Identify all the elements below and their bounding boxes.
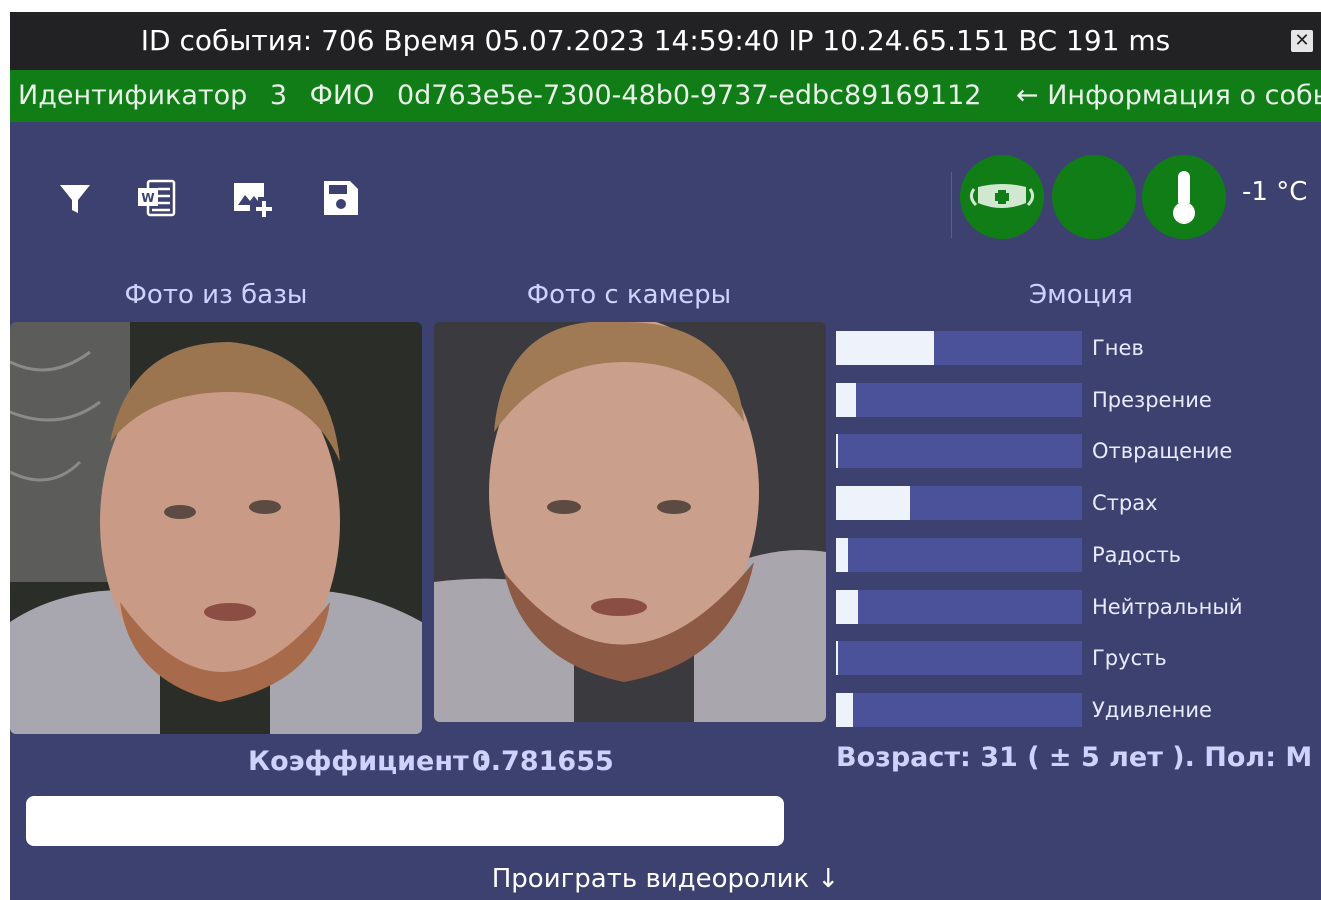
- person-info-bar: Идентификатор 3 ФИО 0d763e5e-7300-48b0-9…: [10, 70, 1321, 122]
- save-icon[interactable]: [318, 175, 364, 221]
- fio-label: ФИО: [309, 80, 375, 111]
- database-photo: [10, 322, 422, 734]
- emotion-bar-track: [836, 590, 1082, 624]
- emotion-row: Презрение: [836, 383, 1316, 417]
- event-title: ID события: 706 Время 05.07.2023 14:59:4…: [140, 24, 1171, 57]
- emotion-row: Страх: [836, 486, 1316, 520]
- emotion-bar-fill: [836, 641, 838, 675]
- emotion-bar-track: [836, 538, 1082, 572]
- word-document-icon[interactable]: W: [134, 175, 180, 221]
- toolbar-divider: [951, 172, 952, 238]
- camera-photo: [434, 322, 826, 722]
- age-gender-text: Возраст: 31 ( ± 5 лет ). Пол: М: [836, 742, 1313, 773]
- camera-photo-label: Фото с камеры: [526, 280, 732, 310]
- emotion-row: Радость: [836, 538, 1316, 572]
- emotion-bar-track: [836, 693, 1082, 727]
- emotion-row: Удивление: [836, 693, 1316, 727]
- thermometer-icon: [1142, 155, 1226, 239]
- coefficient-value: 0.781655: [472, 746, 614, 777]
- emotion-label: Грусть: [1092, 646, 1167, 670]
- title-bar: ID события: 706 Время 05.07.2023 14:59:4…: [10, 12, 1321, 70]
- emotion-bar-fill: [836, 383, 856, 417]
- emotion-row: Отвращение: [836, 434, 1316, 468]
- emotion-row: Грусть: [836, 641, 1316, 675]
- video-progress-bar[interactable]: [26, 796, 784, 846]
- temperature-value: -1 °C: [1242, 177, 1308, 207]
- emotion-label: Гнев: [1092, 336, 1144, 360]
- emotion-label: Отвращение: [1092, 439, 1233, 463]
- identifier-label: Идентификатор: [18, 80, 248, 111]
- emotion-label: Нейтральный: [1092, 595, 1243, 619]
- emotion-row: Нейтральный: [836, 590, 1316, 624]
- fio-value: 0d763e5e-7300-48b0-9737-edbc89169112: [396, 80, 982, 111]
- status-indicator: [1052, 155, 1136, 239]
- emotion-label: Презрение: [1092, 388, 1212, 412]
- emotion-bar-track: [836, 641, 1082, 675]
- emotion-bar-fill: [836, 486, 910, 520]
- emotion-bar-fill: [836, 331, 934, 365]
- emotion-title: Эмоция: [1029, 280, 1133, 310]
- identifier-value: 3: [269, 80, 288, 111]
- coefficient-label: Коэффициент :: [248, 746, 489, 777]
- emotion-bar-track: [836, 383, 1082, 417]
- emotion-bar-fill: [836, 434, 838, 468]
- emotion-bar-track: [836, 434, 1082, 468]
- emotion-bar-fill: [836, 538, 848, 572]
- close-button[interactable]: ✕: [1291, 30, 1313, 52]
- event-info-link[interactable]: ← Информация о событии: [1016, 70, 1321, 122]
- medical-mask-icon: [960, 155, 1044, 239]
- emotion-label: Страх: [1092, 491, 1158, 515]
- emotion-bar-track: [836, 331, 1082, 365]
- emotion-row: Гнев: [836, 331, 1316, 365]
- db-photo-label: Фото из базы: [124, 280, 308, 310]
- add-image-icon[interactable]: [228, 175, 274, 221]
- svg-text:W: W: [141, 191, 154, 205]
- filter-icon[interactable]: [52, 175, 98, 221]
- emotion-label: Радость: [1092, 543, 1182, 567]
- emotion-bar-fill: [836, 590, 858, 624]
- emotion-bar-fill: [836, 693, 853, 727]
- play-video-link[interactable]: Проиграть видеоролик ↓: [10, 864, 1321, 894]
- emotion-label: Удивление: [1092, 698, 1212, 722]
- emotion-bar-track: [836, 486, 1082, 520]
- event-window: ID события: 706 Время 05.07.2023 14:59:4…: [10, 12, 1321, 900]
